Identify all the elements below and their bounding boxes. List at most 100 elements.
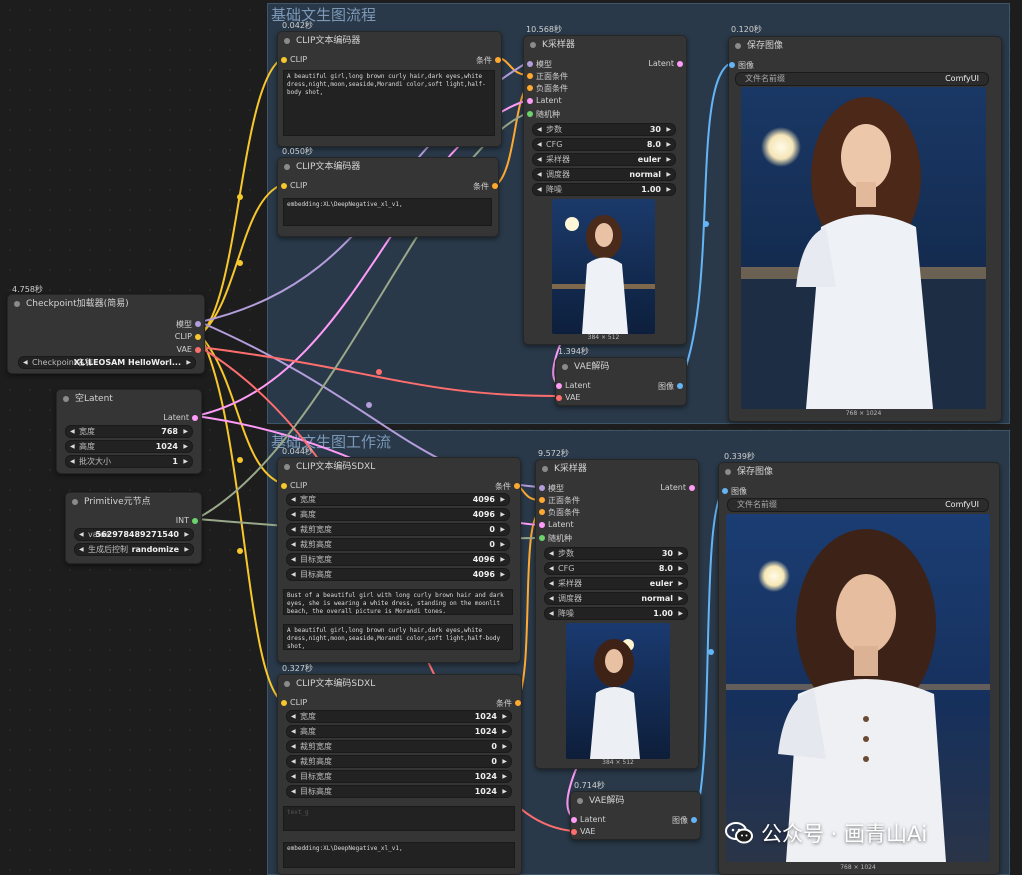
- cfg-widget[interactable]: ◀ CFG 8.0 ▶: [532, 138, 676, 151]
- node-title[interactable]: CLIP文本编码SDXL: [278, 675, 521, 693]
- output-conditioning[interactable]: 条件: [476, 55, 501, 66]
- filename-prefix-input[interactable]: 文件名前缀 ComfyUI: [727, 498, 989, 512]
- node-title[interactable]: 保存图像: [719, 463, 999, 481]
- arrow-left-icon[interactable]: ◀: [23, 357, 28, 368]
- save-image-node[interactable]: 保存图像 图像 文件名前缀 ComfyUI 768 × 1024: [728, 36, 1002, 422]
- text-g-textarea[interactable]: text_g: [283, 806, 515, 831]
- denoise-widget[interactable]: ◀ 降噪 1.00 ▶: [544, 607, 688, 620]
- filename-prefix-input[interactable]: 文件名前缀 ComfyUI: [735, 72, 989, 86]
- steps-widget[interactable]: ◀ 步数 30 ▶: [532, 123, 676, 136]
- input-clip[interactable]: CLIP: [281, 181, 307, 190]
- arrow-right-icon[interactable]: ▶: [186, 357, 191, 368]
- input-vae[interactable]: VAE: [571, 827, 596, 836]
- height-widget[interactable]: ◀ 高度 4096 ▶: [286, 508, 510, 521]
- scheduler-widget[interactable]: ◀ 调度器 normal ▶: [544, 592, 688, 605]
- clip-text-encode-sdxl-positive-node[interactable]: CLIP文本编码SDXL CLIP 条件 ◀ 宽度 4096 ▶ ◀ 高度 4096 ▶ ◀…: [277, 457, 521, 663]
- crop-height-widget[interactable]: ◀ 裁剪高度 0 ▶: [286, 538, 510, 551]
- height-widget[interactable]: ◀ 高度 1024 ▶: [286, 725, 512, 738]
- node-title[interactable]: K采样器: [536, 460, 698, 478]
- input-negative[interactable]: 负面条件: [527, 83, 568, 94]
- node-title[interactable]: 保存图像: [729, 37, 1001, 55]
- batch-size-widget[interactable]: ◀ 批次大小 1 ▶: [65, 455, 193, 468]
- checkpoint-name-combo[interactable]: ◀ Checkpoint名称 XL\LEOSAM HelloWorl... ▶: [18, 356, 196, 369]
- cfg-widget[interactable]: ◀ CFG 8.0 ▶: [544, 562, 688, 575]
- node-timing: 0.050秒: [282, 147, 313, 156]
- text-l-textarea[interactable]: embedding:XL\DeepNegative_xl_v1,: [283, 842, 515, 868]
- input-positive[interactable]: 正面条件: [527, 71, 568, 82]
- target-height-widget[interactable]: ◀ 目标高度 1024 ▶: [286, 785, 512, 798]
- crop-height-widget[interactable]: ◀ 裁剪高度 0 ▶: [286, 755, 512, 768]
- node-title[interactable]: VAE解码: [571, 792, 700, 810]
- empty-latent-node[interactable]: 空Latent Latent ◀ 宽度 768 ▶ ◀ 高度 1024 ▶ ◀ 批次大小 1 ▶: [56, 389, 202, 474]
- width-widget[interactable]: ◀ 宽度 768 ▶: [65, 425, 193, 438]
- seed-value-widget[interactable]: ◀ value 562978489271540 ▶: [74, 528, 194, 541]
- width-widget[interactable]: ◀ 宽度 4096 ▶: [286, 493, 510, 506]
- steps-widget[interactable]: ◀ 步数 30 ▶: [544, 547, 688, 560]
- checkpoint-loader-node[interactable]: Checkpoint加载器(简易) 模型 CLIP VAE ◀ Checkpoi…: [7, 294, 205, 374]
- scheduler-widget[interactable]: ◀ 调度器 normal ▶: [532, 168, 676, 181]
- node-title[interactable]: 空Latent: [57, 390, 201, 408]
- input-model[interactable]: 模型: [527, 59, 552, 70]
- output-image[interactable]: 图像: [672, 815, 697, 826]
- input-model[interactable]: 模型: [539, 483, 564, 494]
- crop-width-widget[interactable]: ◀ 裁剪宽度 0 ▶: [286, 523, 510, 536]
- input-negative[interactable]: 负面条件: [539, 507, 580, 518]
- target-height-widget[interactable]: ◀ 目标高度 4096 ▶: [286, 568, 510, 581]
- ksampler-node[interactable]: K采样器 模型 正面条件 负面条件 Latent 随机种 Latent ◀ 步数 3…: [523, 35, 687, 345]
- input-image[interactable]: 图像: [722, 486, 747, 497]
- node-title[interactable]: K采样器: [524, 36, 686, 54]
- text-g-textarea[interactable]: Bust of a beautiful girl with long curly…: [283, 589, 513, 615]
- text-l-textarea[interactable]: A beautiful girl,long brown curly hair,d…: [283, 624, 513, 650]
- input-image[interactable]: 图像: [729, 60, 754, 71]
- sampler-widget[interactable]: ◀ 采样器 euler ▶: [532, 153, 676, 166]
- save-image-node[interactable]: 保存图像 图像 文件名前缀 ComfyUI 768 × 1024: [718, 462, 1000, 875]
- clip-text-encode-positive-node[interactable]: CLIP文本编码器 CLIP 条件 A beautiful girl,long …: [277, 31, 502, 147]
- vae-decode-node[interactable]: VAE解码 Latent VAE 图像: [555, 357, 687, 406]
- primitive-node[interactable]: Primitive元节点 INT ◀ value 562978489271540 ▶ …: [65, 492, 202, 564]
- output-conditioning[interactable]: 条件: [496, 698, 521, 709]
- output-conditioning[interactable]: 条件: [495, 481, 520, 492]
- target-width-widget[interactable]: ◀ 目标宽度 1024 ▶: [286, 770, 512, 783]
- node-timing: 0.042秒: [282, 21, 313, 30]
- input-clip[interactable]: CLIP: [281, 698, 307, 707]
- input-vae[interactable]: VAE: [556, 393, 581, 402]
- node-timing: 0.339秒: [724, 452, 755, 461]
- target-width-widget[interactable]: ◀ 目标宽度 4096 ▶: [286, 553, 510, 566]
- node-title[interactable]: Primitive元节点: [66, 493, 201, 511]
- node-title[interactable]: Checkpoint加载器(简易): [8, 295, 204, 313]
- node-title[interactable]: CLIP文本编码器: [278, 158, 498, 176]
- input-latent[interactable]: Latent: [539, 520, 574, 529]
- output-conditioning[interactable]: 条件: [473, 181, 498, 192]
- denoise-widget[interactable]: ◀ 降噪 1.00 ▶: [532, 183, 676, 196]
- input-seed[interactable]: 随机种: [527, 109, 560, 120]
- input-seed[interactable]: 随机种: [539, 533, 572, 544]
- input-latent[interactable]: Latent: [527, 96, 562, 105]
- clip-text-encode-sdxl-negative-node[interactable]: CLIP文本编码SDXL CLIP 条件 ◀ 宽度 1024 ▶ ◀ 高度 1024 ▶ ◀…: [277, 674, 522, 875]
- output-image[interactable]: 图像: [658, 381, 683, 392]
- output-latent[interactable]: Latent: [163, 413, 198, 422]
- input-latent[interactable]: Latent: [571, 815, 606, 824]
- output-model[interactable]: 模型: [176, 319, 201, 330]
- output-latent[interactable]: Latent: [660, 483, 695, 492]
- clip-text-encode-negative-node[interactable]: CLIP文本编码器 CLIP 条件 embedding:XL\DeepNegat…: [277, 157, 499, 237]
- sampler-widget[interactable]: ◀ 采样器 euler ▶: [544, 577, 688, 590]
- output-int[interactable]: INT: [176, 516, 198, 525]
- ksampler-node[interactable]: K采样器 模型 正面条件 负面条件 Latent 随机种 Latent ◀ 步数 3…: [535, 459, 699, 769]
- height-widget[interactable]: ◀ 高度 1024 ▶: [65, 440, 193, 453]
- control-after-generate-widget[interactable]: ◀ 生成后控制 randomize ▶: [74, 543, 194, 556]
- input-clip[interactable]: CLIP: [281, 55, 307, 64]
- input-positive[interactable]: 正面条件: [539, 495, 580, 506]
- node-title[interactable]: VAE解码: [556, 358, 686, 376]
- crop-width-widget[interactable]: ◀ 裁剪宽度 0 ▶: [286, 740, 512, 753]
- node-title[interactable]: CLIP文本编码器: [278, 32, 501, 50]
- input-clip[interactable]: CLIP: [281, 481, 307, 490]
- output-latent[interactable]: Latent: [648, 59, 683, 68]
- input-latent[interactable]: Latent: [556, 381, 591, 390]
- vae-decode-node[interactable]: VAE解码 Latent VAE 图像: [570, 791, 701, 840]
- prompt-textarea[interactable]: embedding:XL\DeepNegative_xl_v1,: [283, 198, 492, 226]
- node-title[interactable]: CLIP文本编码SDXL: [278, 458, 520, 476]
- output-clip[interactable]: CLIP: [175, 332, 201, 341]
- width-widget[interactable]: ◀ 宽度 1024 ▶: [286, 710, 512, 723]
- prompt-textarea[interactable]: A beautiful girl,long brown curly hair,d…: [283, 70, 495, 136]
- output-vae[interactable]: VAE: [177, 345, 201, 354]
